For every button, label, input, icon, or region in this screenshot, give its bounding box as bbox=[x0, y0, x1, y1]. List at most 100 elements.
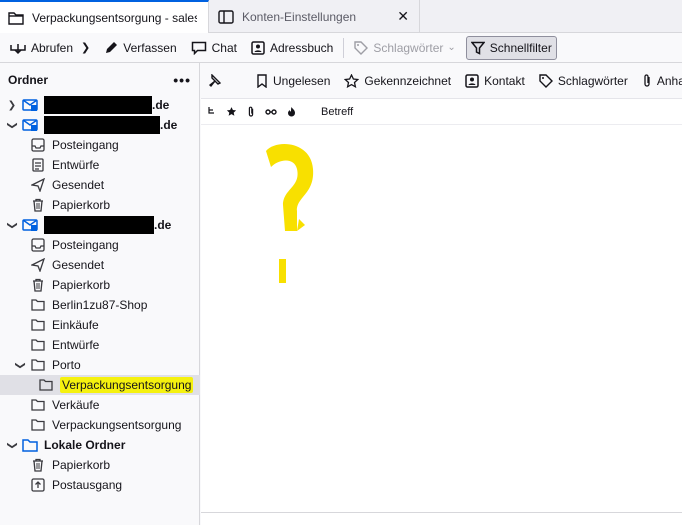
folder-label: Entwürfe bbox=[52, 338, 100, 352]
tab-folder-label: Verpackungsentsorgung - sales bbox=[32, 10, 197, 25]
filter-starred-label: Gekennzeichnet bbox=[364, 73, 452, 88]
thread-column-icon[interactable] bbox=[201, 106, 221, 118]
address-book-button[interactable]: Adressbuch bbox=[247, 36, 337, 60]
tab-account-settings[interactable]: Konten-Einstellungen ✕ bbox=[210, 0, 420, 33]
settings-tab-icon bbox=[218, 9, 234, 25]
tag-icon bbox=[354, 40, 369, 55]
chevron-down-icon[interactable]: ❯ bbox=[15, 359, 26, 371]
folder-pane: Ordner ••• ❯ .de ❯ .de Posteingang Entwü… bbox=[0, 63, 200, 525]
folder-packaging-selected[interactable]: Verpackungsentsorgung bbox=[0, 375, 200, 395]
filter-attachment-button[interactable]: Anha bbox=[642, 74, 682, 88]
folder-label: Einkäufe bbox=[52, 318, 99, 332]
folder-label: Papierkorb bbox=[52, 278, 111, 292]
folder-sent[interactable]: Gesendet bbox=[0, 175, 200, 195]
attachment-column-icon[interactable] bbox=[241, 106, 261, 118]
folder-shop[interactable]: Berlin1zu87-Shop bbox=[0, 295, 200, 315]
bookmark-icon bbox=[257, 73, 267, 88]
folder-label: Berlin1zu87-Shop bbox=[52, 298, 148, 312]
folder-label: Papierkorb bbox=[52, 198, 111, 212]
folder-icon bbox=[38, 377, 54, 393]
folder-icon bbox=[30, 337, 46, 353]
folder-drafts[interactable]: Entwürfe bbox=[0, 335, 200, 355]
folder-outbox[interactable]: Postausgang bbox=[0, 475, 200, 495]
chat-button[interactable]: Chat bbox=[187, 36, 241, 60]
folder-sent[interactable]: Gesendet bbox=[0, 255, 200, 275]
junk-flame-icon[interactable] bbox=[281, 106, 301, 117]
chevron-down-icon[interactable]: ❯ bbox=[7, 439, 18, 451]
get-messages-button[interactable]: Abrufen bbox=[6, 36, 77, 60]
account-suffix: .de bbox=[160, 118, 178, 132]
send-icon bbox=[30, 257, 46, 273]
folder-porto[interactable]: ❯ Porto bbox=[0, 355, 200, 375]
quick-filter-bar: Ungelesen Gekennzeichnet Kontakt Schlagw… bbox=[201, 63, 682, 99]
folder-label: Postausgang bbox=[52, 478, 123, 492]
subject-column-header[interactable]: Betreff bbox=[321, 106, 353, 118]
download-icon bbox=[10, 43, 26, 54]
folder-label: Entwürfe bbox=[52, 158, 100, 172]
folder-label: Posteingang bbox=[52, 238, 119, 252]
filter-tags-button[interactable]: Schlagwörter bbox=[539, 74, 628, 88]
outbox-icon bbox=[30, 477, 46, 493]
filter-unread-label: Ungelesen bbox=[273, 73, 331, 88]
filter-starred-button[interactable]: Gekennzeichnet bbox=[344, 73, 452, 88]
folder-icon bbox=[30, 417, 46, 433]
pane-divider bbox=[201, 512, 682, 513]
draft-icon bbox=[30, 157, 46, 173]
filter-icon bbox=[470, 41, 485, 55]
folder-label: Papierkorb bbox=[52, 458, 111, 472]
folder-inbox[interactable]: Posteingang bbox=[0, 235, 200, 255]
folder-label: Gesendet bbox=[52, 258, 105, 272]
folder-trash[interactable]: Papierkorb bbox=[0, 195, 200, 215]
tab-account-settings-label: Konten-Einstellungen bbox=[242, 9, 357, 24]
filter-unread-button[interactable]: Ungelesen bbox=[256, 74, 330, 88]
contact-icon bbox=[465, 73, 479, 88]
account-item-2[interactable]: ❯ .de bbox=[0, 115, 200, 135]
pencil-icon bbox=[106, 41, 118, 53]
chevron-right-icon[interactable]: ❯ bbox=[6, 100, 18, 111]
chevron-down-icon[interactable]: ❯ bbox=[7, 219, 18, 231]
account-suffix: .de bbox=[152, 98, 170, 112]
local-folder-icon bbox=[22, 437, 38, 453]
folder-pane-header: Ordner ••• bbox=[0, 63, 199, 97]
folder-packaging[interactable]: Verpackungsentsorgung bbox=[0, 415, 200, 435]
folder-inbox[interactable]: Posteingang bbox=[0, 135, 200, 155]
trash-icon bbox=[30, 277, 46, 293]
tags-button[interactable]: Schlagwörter ⌄ bbox=[350, 36, 459, 60]
chat-label: Chat bbox=[211, 40, 237, 55]
chevron-down-icon[interactable]: ❯ bbox=[7, 119, 18, 131]
chevron-down-icon[interactable]: ❯ bbox=[81, 41, 90, 54]
local-folders-account[interactable]: ❯ Lokale Ordner bbox=[0, 435, 200, 455]
message-pane: Ungelesen Gekennzeichnet Kontakt Schlagw… bbox=[201, 63, 682, 525]
sticky-pin-icon[interactable] bbox=[207, 73, 226, 88]
redacted-account-name bbox=[44, 96, 152, 114]
thread-column-header: Betreff bbox=[201, 99, 682, 125]
address-book-label: Adressbuch bbox=[269, 40, 334, 55]
send-icon bbox=[30, 177, 46, 193]
folder-purchases[interactable]: Einkäufe bbox=[0, 315, 200, 335]
star-column-icon[interactable] bbox=[221, 106, 241, 117]
write-button[interactable]: Verfassen bbox=[100, 36, 180, 60]
folder-icon bbox=[30, 317, 46, 333]
filter-attachment-label: Anha bbox=[656, 73, 682, 88]
close-icon[interactable]: ✕ bbox=[397, 8, 409, 25]
filter-contact-button[interactable]: Kontakt bbox=[465, 74, 525, 88]
spam-column-icon[interactable] bbox=[261, 108, 281, 116]
account-item-1[interactable]: ❯ .de bbox=[0, 95, 200, 115]
more-options-icon[interactable]: ••• bbox=[173, 72, 191, 88]
tags-label: Schlagwörter bbox=[373, 40, 444, 55]
star-icon bbox=[344, 73, 360, 88]
folder-trash[interactable]: Papierkorb bbox=[0, 455, 200, 475]
inbox-icon bbox=[30, 137, 46, 153]
redacted-account-name bbox=[44, 116, 160, 134]
folder-sales[interactable]: Verkäufe bbox=[0, 395, 200, 415]
quick-filter-button[interactable]: Schnellfilter bbox=[465, 35, 557, 60]
account-item-3[interactable]: ❯ .de bbox=[0, 215, 200, 235]
account-suffix: .de bbox=[154, 218, 172, 232]
folder-drafts[interactable]: Entwürfe bbox=[0, 155, 200, 175]
redacted-account-name bbox=[44, 216, 154, 234]
quick-filter-label: Schnellfilter bbox=[489, 40, 552, 55]
folder-trash[interactable]: Papierkorb bbox=[0, 275, 200, 295]
tab-folder[interactable]: Verpackungsentsorgung - sales bbox=[0, 0, 209, 33]
filter-tags-label: Schlagwörter bbox=[557, 73, 628, 88]
folder-icon bbox=[30, 357, 46, 373]
